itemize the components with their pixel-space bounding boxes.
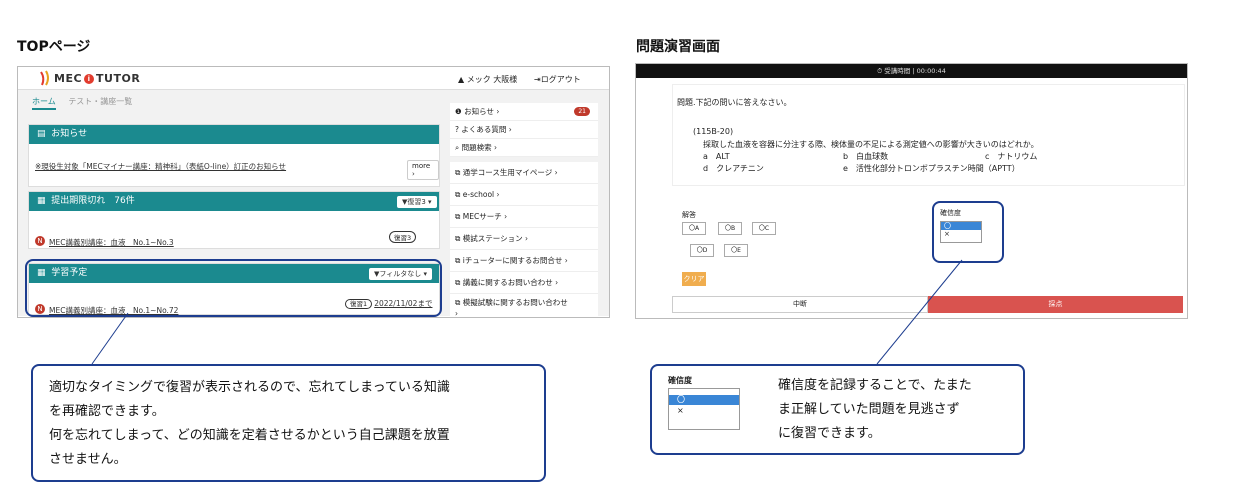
- confidence-callout-label: 確信度: [668, 376, 692, 385]
- confidence-callout-option-wrong: ×: [677, 406, 684, 415]
- confidence-callout-select: 〇 ×: [668, 388, 740, 430]
- confidence-callout-option-correct: 〇: [669, 395, 739, 405]
- review-callout: 適切なタイミングで復習が表示されるので、忘れてしまっている知識 を再確認できます…: [31, 364, 546, 482]
- right-connector: [876, 259, 963, 365]
- review-callout-text: 適切なタイミングで復習が表示されるので、忘れてしまっている知識 を再確認できます…: [49, 380, 450, 467]
- confidence-callout-text: 確信度を記録することで、たまた ま正解していた問題を見逃さず に復習できます。: [778, 378, 972, 441]
- left-connector: [91, 312, 129, 365]
- confidence-callout: 確信度 〇 × 確信度を記録することで、たまた ま正解していた問題を見逃さず に…: [650, 364, 1025, 455]
